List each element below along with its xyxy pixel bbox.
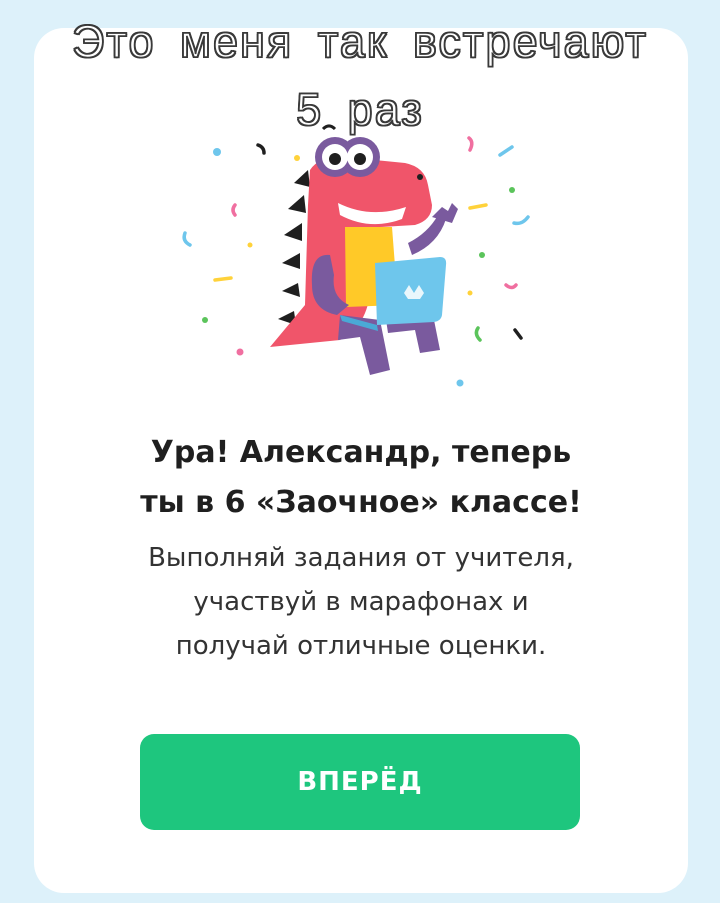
title-line-2: ты в 6 «Заочное» классе! — [140, 485, 582, 520]
meme-caption-overlay: Это меня так встречают 5 раз — [0, 8, 720, 144]
caption-line-1: Это меня так встречают — [71, 15, 648, 68]
description-line-2: участвуй в марафонах и — [193, 587, 529, 617]
caption-line-2: 5 раз — [295, 83, 424, 136]
description-line-1: Выполняй задания от учителя, — [148, 543, 574, 573]
dinosaur-with-laptop-icon — [182, 124, 530, 387]
congratulation-description: Выполняй задания от учителя, участвуй в … — [34, 536, 688, 668]
title-line-1: Ура! Александр, теперь — [150, 435, 572, 470]
forward-button[interactable]: ВПЕРЁД — [140, 734, 580, 830]
description-line-3: получай отличные оценки. — [175, 631, 547, 661]
congratulation-title: Ура! Александр, теперь ты в 6 «Заочное» … — [34, 428, 688, 528]
